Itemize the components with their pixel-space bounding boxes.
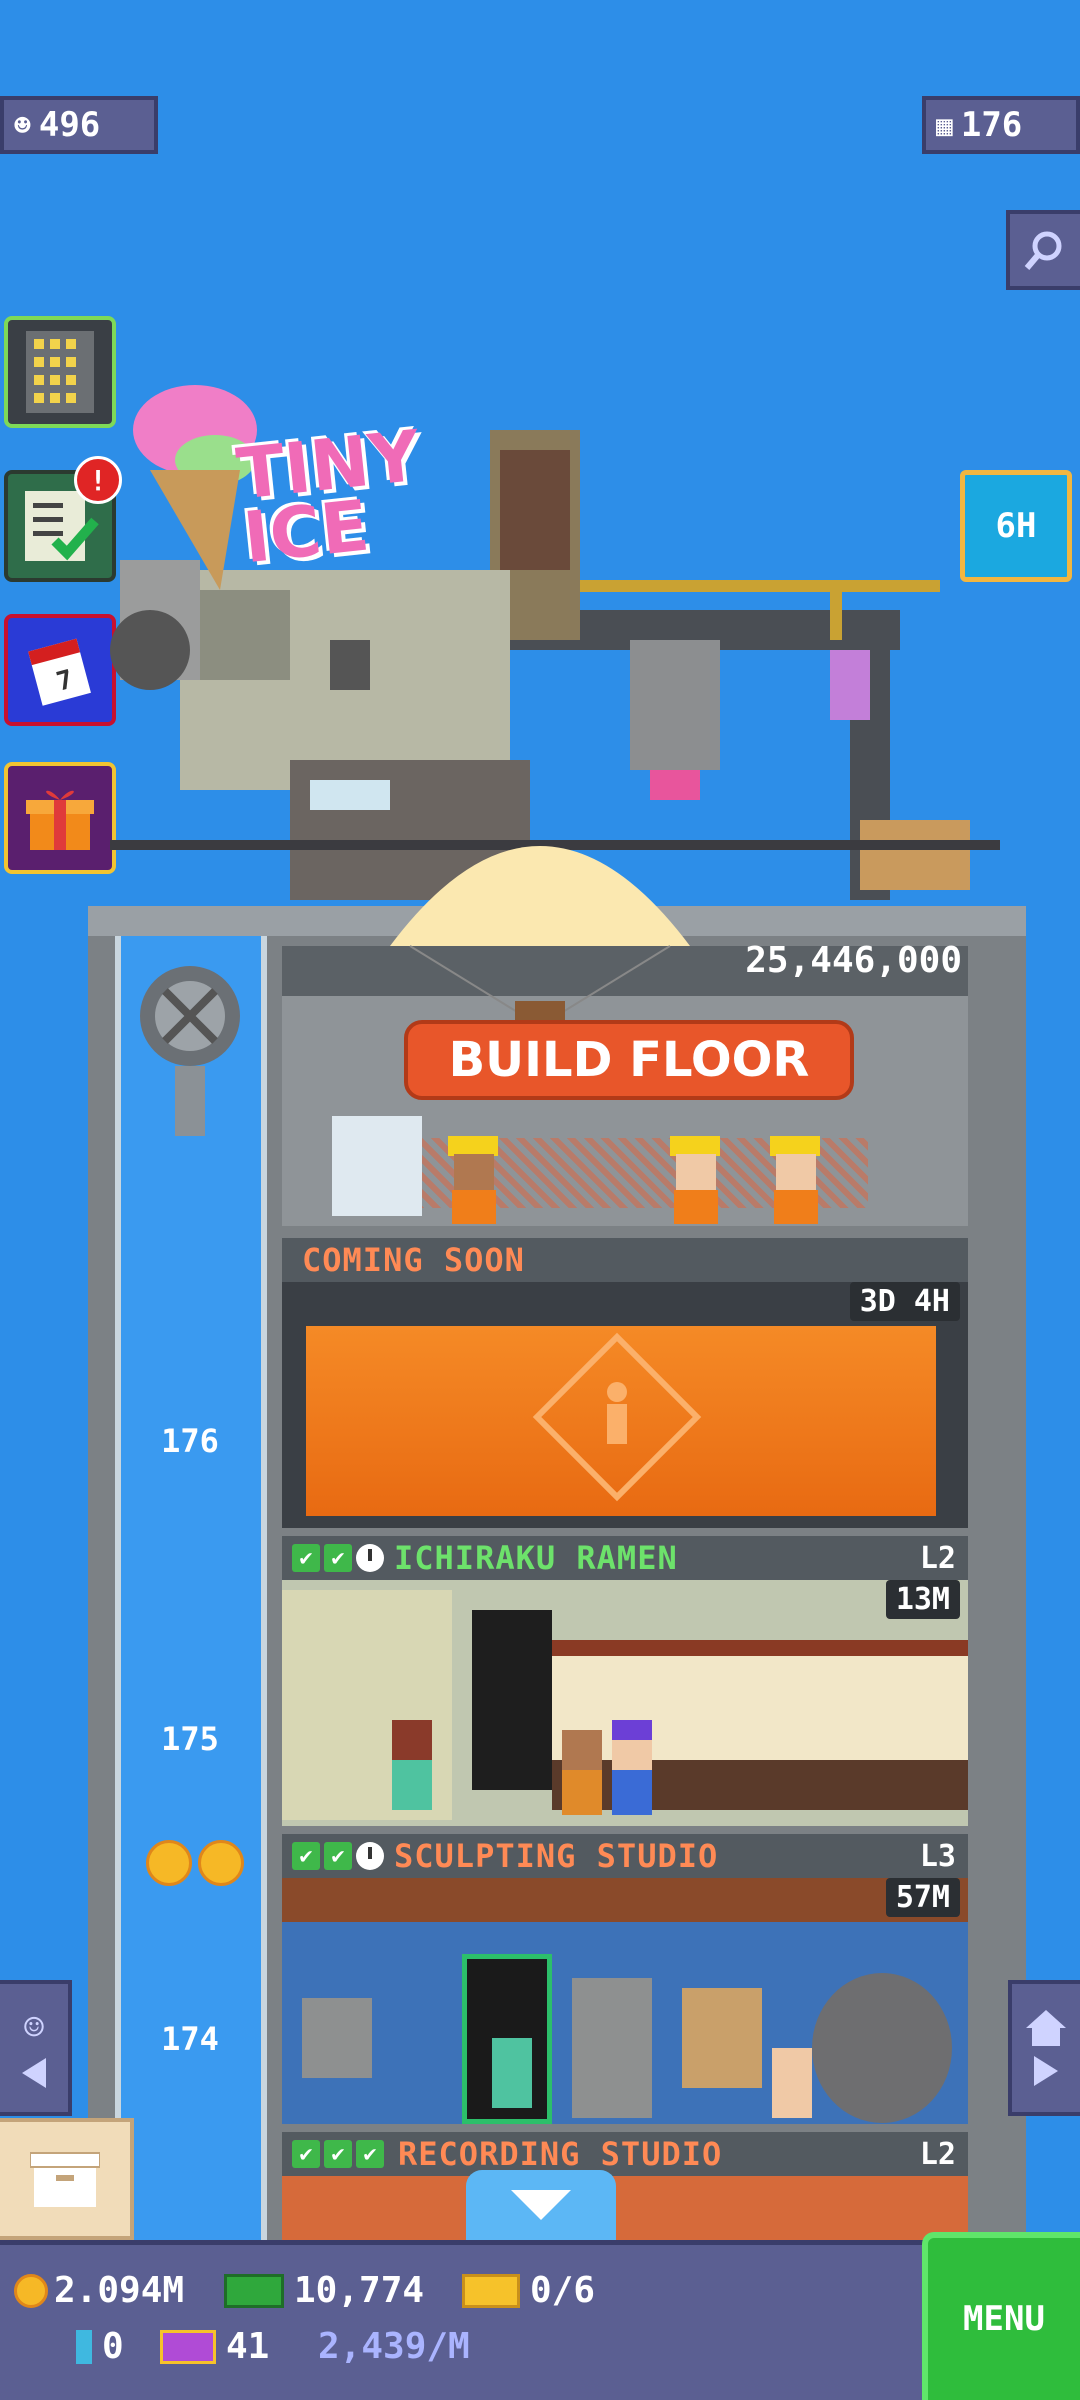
chevron-left-icon (22, 2058, 46, 2088)
sculptures (302, 1973, 952, 2123)
floor-name: RECORDING STUDIO (398, 2135, 723, 2173)
floor-right-button[interactable] (1008, 1980, 1080, 2116)
bitizens-value: 0 (102, 2326, 124, 2367)
floor-header-ichiraku-ramen[interactable]: ✔ ✔ ICHIRAKU RAMEN L2 (282, 1536, 968, 1580)
construction-workers (440, 1126, 880, 1226)
floor-header-coming-soon[interactable]: COMING SOON (282, 1238, 968, 1282)
elevator-motor (125, 956, 255, 1146)
person-icon: ☺ (23, 2008, 45, 2048)
menu-label: MENU (963, 2299, 1045, 2339)
stair-floor-176: 176 (161, 1422, 219, 1460)
search-icon (1024, 231, 1062, 270)
floor-header-recording-studio[interactable]: ✔ ✔ ✔ RECORDING STUDIO L2 (282, 2132, 968, 2176)
vip-value: 41 (226, 2326, 270, 2367)
bux-value: 10,774 (294, 2270, 425, 2311)
building-icon: ▦ (936, 108, 953, 142)
waiting-coins[interactable] (146, 1840, 244, 1886)
floor-level: L2 (919, 2136, 956, 2172)
tickets-stat: 0/6 (462, 2270, 595, 2311)
chevron-down-icon (511, 2190, 571, 2220)
parachute (390, 806, 690, 1046)
bux-stat: 10,774 (224, 2270, 424, 2311)
floor-recording-studio[interactable] (282, 2176, 968, 2246)
population-value: 496 (38, 105, 101, 145)
check-icon: ✔ (292, 2140, 320, 2168)
ramen-customers (392, 1720, 652, 1815)
floors-value: 176 (960, 105, 1023, 145)
check-icon: ✔ (324, 2140, 352, 2168)
check-icon: ✔ (324, 1544, 352, 1572)
floor-header-sculpting-studio[interactable]: ✔ ✔ SCULPTING STUDIO L3 (282, 1834, 968, 1878)
floor-sculpting-studio[interactable]: 57M (282, 1878, 968, 2124)
bottom-status-bar (0, 2240, 1080, 2400)
construction-sign-icon (532, 1332, 702, 1502)
person-icon: ☻ (14, 108, 31, 142)
floor-ichiraku-ramen[interactable]: 13M (282, 1580, 968, 1826)
bux-icon (224, 2273, 284, 2308)
check-icon: ✔ (292, 1842, 320, 1870)
search-button[interactable] (1006, 210, 1080, 290)
stair-floor-175: 175 (161, 1720, 219, 1758)
coin-icon (146, 1840, 192, 1886)
floor-name: ICHIRAKU RAMEN (394, 1539, 678, 1577)
income-rate: 2,439/M (318, 2326, 470, 2367)
check-icon: ✔ (324, 1842, 352, 1870)
bitizens-stat: 0 (76, 2326, 124, 2367)
floor-timer: 3D 4H (849, 1282, 960, 1321)
chevron-right-icon (1034, 2056, 1058, 2086)
home-icon (1026, 2010, 1066, 2046)
coins-value: 2.094M (54, 2270, 185, 2311)
logo-text: TINY ICE (233, 414, 424, 580)
floor-level: L2 (919, 1540, 956, 1576)
menu-button[interactable]: MENU (922, 2232, 1080, 2400)
scroll-down-button[interactable] (466, 2170, 616, 2240)
ticket-icon (462, 2273, 520, 2308)
floor-level: L3 (919, 1838, 956, 1874)
coin-icon (14, 2273, 48, 2308)
building-grid-icon (26, 331, 94, 413)
check-icon: ✔ (292, 1544, 320, 1572)
clock-icon (356, 1842, 384, 1870)
clock-icon (356, 1544, 384, 1572)
tickets-value: 0/6 (530, 2270, 596, 2311)
floor-coming-soon[interactable]: 3D 4H (282, 1282, 968, 1528)
check-icon: ✔ (356, 2140, 384, 2168)
floor-name: SCULPTING STUDIO (394, 1837, 719, 1875)
floor-timer: 13M (885, 1580, 960, 1619)
storage-box-button[interactable] (0, 2118, 134, 2240)
gift-icon (26, 790, 94, 850)
elevator-left-button[interactable]: ☺ (0, 1980, 72, 2116)
build-cost: 25,446,000 (745, 940, 962, 981)
vip-icon (160, 2329, 216, 2364)
stair-floor-174: 174 (161, 2020, 219, 2058)
floors-counter[interactable]: ▦ 176 (922, 96, 1080, 154)
vip-stat: 41 (160, 2326, 269, 2367)
population-counter[interactable]: ☻ 496 (0, 96, 158, 154)
build-floor-button[interactable]: BUILD FLOOR (404, 1020, 854, 1100)
calendar-icon: 7 (28, 638, 91, 706)
floor-name: COMING SOON (302, 1241, 525, 1279)
bitizen-icon (76, 2329, 92, 2364)
coins-stat: 2.094M (14, 2270, 184, 2311)
coin-icon (198, 1840, 244, 1886)
box-icon (30, 2152, 100, 2207)
floor-timer: 57M (885, 1878, 960, 1917)
build-floor-label: BUILD FLOOR (448, 1032, 810, 1088)
